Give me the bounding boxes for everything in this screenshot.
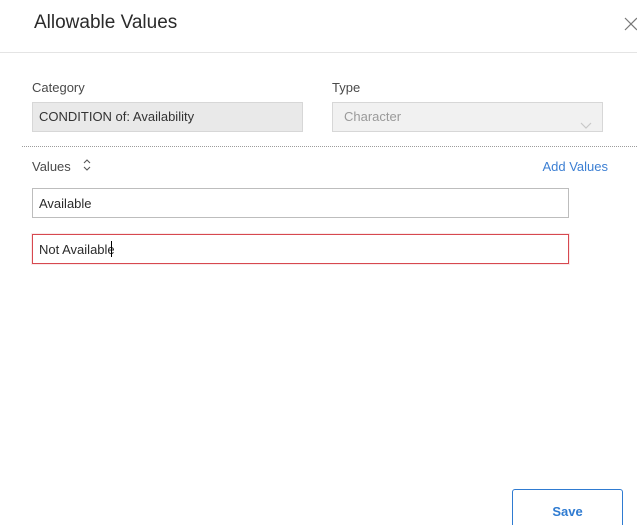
save-button[interactable]: Save	[512, 489, 623, 525]
close-icon[interactable]	[623, 14, 637, 32]
type-value: Character	[344, 109, 402, 124]
type-label: Type	[332, 80, 361, 95]
dialog-title: Allowable Values	[34, 12, 178, 33]
add-values-link[interactable]: Add Values	[542, 159, 608, 174]
text-cursor	[111, 241, 112, 257]
dialog-header: Allowable Values	[0, 0, 637, 53]
section-divider	[22, 146, 637, 147]
chevron-down-icon	[580, 112, 592, 129]
value-input-available[interactable]	[32, 188, 569, 218]
sort-updown-icon[interactable]	[82, 158, 92, 172]
category-field: CONDITION of: Availability	[32, 102, 303, 132]
allowable-values-dialog: Allowable Values Category CONDITION of: …	[0, 0, 637, 525]
value-input-not-available[interactable]	[32, 234, 569, 264]
values-label: Values	[32, 159, 71, 174]
category-label: Category	[32, 80, 85, 95]
type-select: Character	[332, 102, 603, 132]
